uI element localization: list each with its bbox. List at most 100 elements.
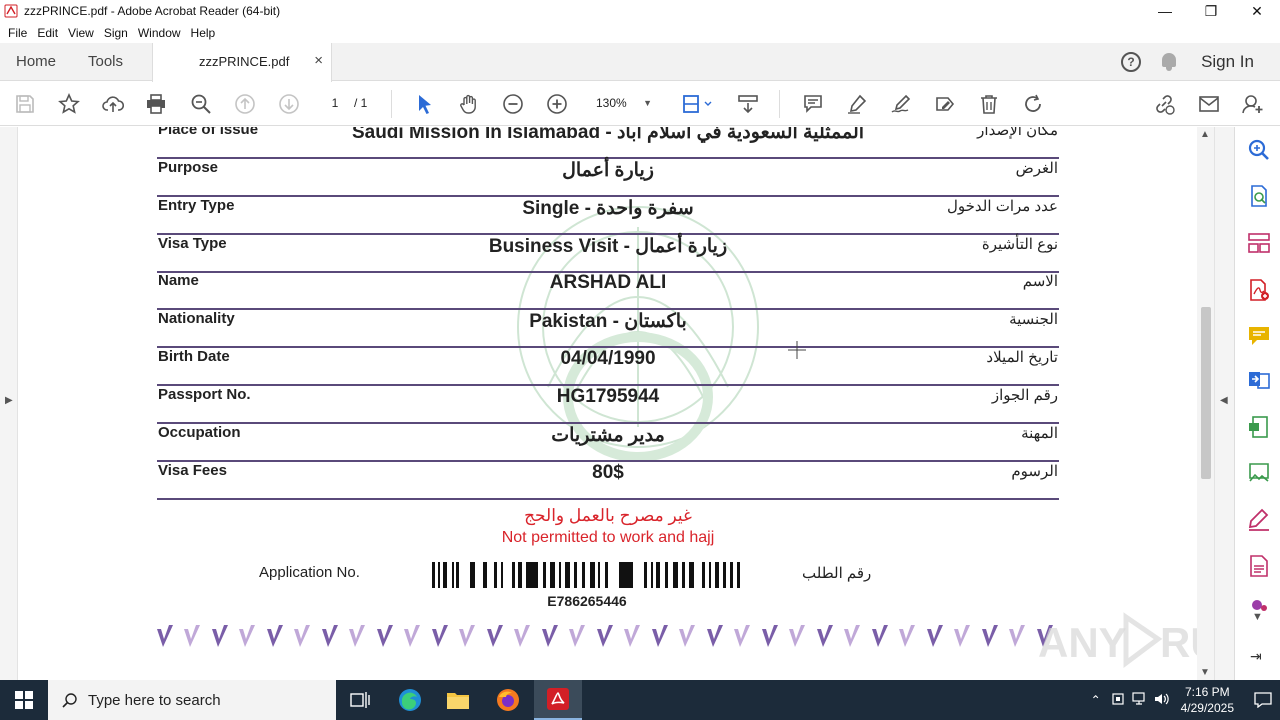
page-number-input[interactable]: 1 <box>318 92 352 114</box>
next-page-icon[interactable] <box>277 92 301 116</box>
select-cursor-icon[interactable] <box>413 92 437 116</box>
export-pdf-icon[interactable] <box>1247 184 1271 208</box>
visa-row-visa-type: Visa Type Business Visit - زيارة أعمال ن… <box>157 235 1059 273</box>
acrobat-taskbar-icon[interactable] <box>534 680 582 720</box>
taskbar-clock[interactable]: 7:16 PM 4/29/2025 <box>1181 684 1234 716</box>
left-panel-toggle[interactable]: ▶ <box>0 127 18 680</box>
chevron-down-icon[interactable]: ▼ <box>1252 611 1263 623</box>
tab-tools[interactable]: Tools <box>88 43 123 81</box>
combine-files-icon[interactable] <box>1247 368 1271 392</box>
hand-tool-icon[interactable] <box>457 92 481 116</box>
scan-ocr-icon[interactable] <box>1247 461 1271 485</box>
network-icon[interactable] <box>1129 691 1151 709</box>
page-display-icon[interactable] <box>680 92 714 116</box>
row-value: HG1795944 <box>556 386 660 407</box>
sign-in-button[interactable]: Sign In <box>1201 52 1254 72</box>
expand-panel-icon[interactable]: ⇥ <box>1250 648 1262 665</box>
task-view-icon[interactable] <box>336 680 384 720</box>
menu-sign[interactable]: Sign <box>99 26 133 40</box>
comment-icon[interactable] <box>801 92 825 116</box>
file-explorer-icon[interactable] <box>434 680 482 720</box>
tools-pane: ▼ ⇥ <box>1234 127 1280 680</box>
visa-row-visa-fees: Visa Fees 80$ الرسوم <box>157 462 1059 500</box>
start-button[interactable] <box>0 680 48 720</box>
share-link-icon[interactable] <box>1152 92 1176 116</box>
help-icon[interactable]: ? <box>1121 52 1142 72</box>
organize-pages-icon[interactable] <box>1247 231 1271 255</box>
zoom-in-icon[interactable] <box>545 92 569 116</box>
draw-signature-icon[interactable] <box>889 92 913 116</box>
maximize-button[interactable]: ❐ <box>1188 0 1234 22</box>
notifications-bell-icon[interactable] <box>1161 53 1177 71</box>
clock-time: 7:16 PM <box>1184 685 1230 699</box>
delete-trash-icon[interactable] <box>977 92 1001 116</box>
close-window-button[interactable]: ✕ <box>1234 0 1280 22</box>
row-label-ar: الغرض <box>1015 160 1058 177</box>
previous-page-icon[interactable] <box>233 92 257 116</box>
toolbar-divider <box>779 90 780 118</box>
search-tool-icon[interactable] <box>1247 138 1271 162</box>
search-placeholder: Type here to search <box>88 691 221 709</box>
row-label-ar: الجنسية <box>1009 311 1058 328</box>
crosshair-cursor-icon <box>788 341 806 359</box>
scrollbar-thumb[interactable] <box>1201 307 1211 479</box>
zoom-out-icon[interactable] <box>501 92 525 116</box>
scrolling-mode-icon[interactable] <box>736 92 760 116</box>
row-label-ar: تاريخ الميلاد <box>986 349 1058 366</box>
fill-and-sign-tool-icon[interactable] <box>1247 508 1271 532</box>
create-pdf-icon[interactable] <box>1247 278 1271 302</box>
document-viewport[interactable]: ▶ Place of issue Saudi Mission In Islama… <box>0 127 1234 680</box>
show-hidden-icons-chevron-icon[interactable]: ⌃ <box>1085 693 1107 707</box>
page-total-label: / 1 <box>354 96 368 110</box>
visa-row-birth-date: Birth Date 04/04/1990 تاريخ الميلاد <box>157 348 1059 386</box>
application-number-label-en: Application No. <box>259 564 360 581</box>
save-icon[interactable] <box>13 92 37 116</box>
barcode-number: E786265446 <box>547 593 627 609</box>
protect-document-icon[interactable] <box>1247 554 1271 578</box>
expand-left-panel-icon[interactable]: ▶ <box>5 395 13 406</box>
notice-english: Not permitted to work and hajj <box>501 529 715 546</box>
menu-view[interactable]: View <box>63 26 99 40</box>
notification-center-icon[interactable] <box>1246 680 1280 720</box>
tab-home[interactable]: Home <box>16 43 56 81</box>
edit-pdf-icon[interactable] <box>1247 415 1271 439</box>
row-label-ar: نوع التأشيرة <box>981 236 1058 253</box>
vertical-scrollbar[interactable]: ▲ ▼ <box>1197 127 1214 680</box>
menu-help[interactable]: Help <box>186 26 221 40</box>
taskbar-search-box[interactable]: Type here to search <box>48 680 336 720</box>
minimize-button[interactable]: — <box>1142 0 1188 22</box>
close-tab-icon[interactable]: × <box>314 52 323 69</box>
print-icon[interactable] <box>144 92 168 116</box>
application-number-label-ar: رقم الطلب <box>802 565 872 582</box>
visa-row-occupation: Occupation مدير مشتريات المهنة <box>157 424 1059 462</box>
upload-cloud-icon[interactable] <box>101 92 125 116</box>
bookmark-star-icon[interactable] <box>57 92 81 116</box>
menu-window[interactable]: Window <box>133 26 186 40</box>
visa-row-passport-no: Passport No. HG1795944 رقم الجواز <box>157 386 1059 424</box>
scroll-up-icon[interactable]: ▲ <box>1200 129 1210 140</box>
tab-document[interactable]: zzzPRINCE.pdf × <box>152 43 332 82</box>
scroll-down-icon[interactable]: ▼ <box>1200 667 1210 678</box>
toolbar: 1 / 1 130% ▼ <box>0 82 1280 126</box>
rotate-icon[interactable] <box>1021 92 1045 116</box>
menu-edit[interactable]: Edit <box>32 26 63 40</box>
zoom-level-select[interactable]: 130% ▼ <box>590 92 660 114</box>
add-user-icon[interactable] <box>1241 92 1265 116</box>
highlight-pen-icon[interactable] <box>845 92 869 116</box>
system-tray: ⌃ 7:16 PM 4/29/2025 <box>1085 680 1280 720</box>
right-panel-toggle[interactable]: ◀ <box>1214 127 1234 680</box>
fill-sign-icon[interactable] <box>933 92 957 116</box>
firefox-icon[interactable] <box>484 680 532 720</box>
edge-browser-icon[interactable] <box>386 680 434 720</box>
barcode <box>432 562 740 588</box>
visa-row-name: Name ARSHAD ALI الاسم <box>157 272 1059 310</box>
row-value: 04/04/1990 <box>560 348 656 369</box>
email-icon[interactable] <box>1197 92 1221 116</box>
row-label-ar: مكان الإصدار <box>977 127 1058 139</box>
security-shield-icon[interactable] <box>1107 692 1129 709</box>
comment-tool-icon[interactable] <box>1247 324 1271 348</box>
volume-icon[interactable] <box>1151 692 1173 709</box>
zoom-search-icon[interactable] <box>189 92 213 116</box>
menu-file[interactable]: File <box>3 26 32 40</box>
collapse-right-panel-icon[interactable]: ◀ <box>1220 395 1228 406</box>
